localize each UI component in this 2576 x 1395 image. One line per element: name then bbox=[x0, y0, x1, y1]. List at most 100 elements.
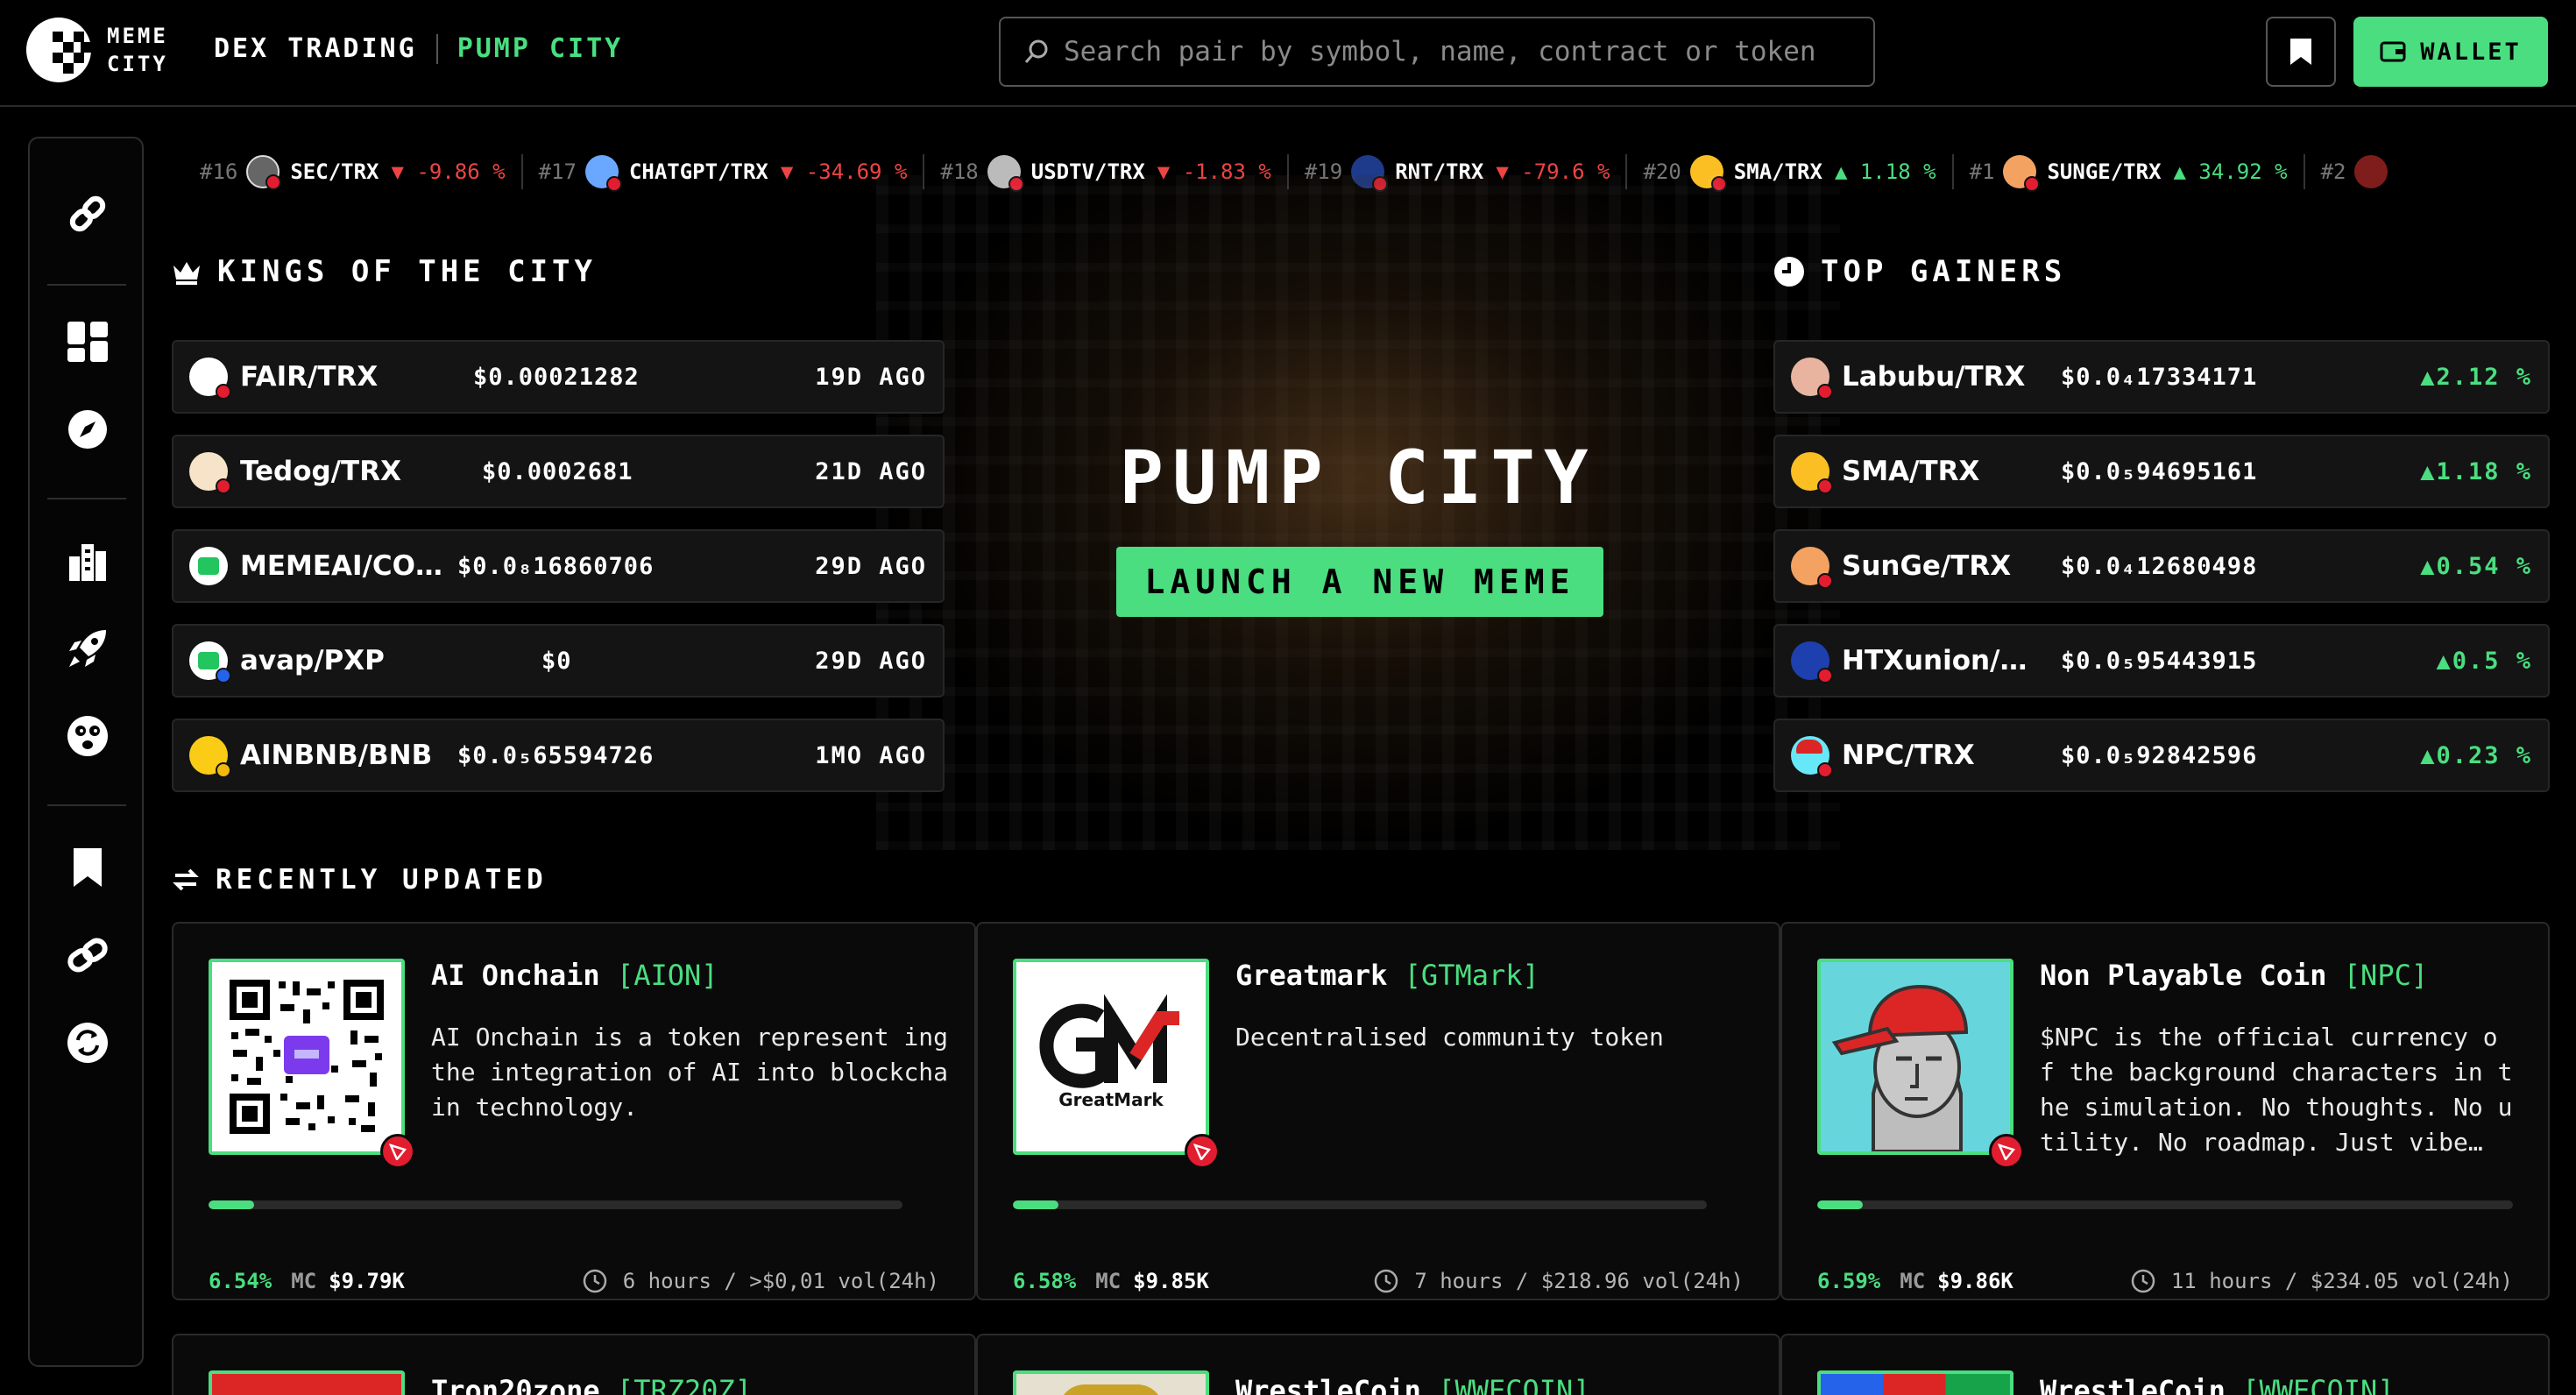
ticker-item[interactable]: #17 CHATGPT/TRX ▼ -34.69 % bbox=[523, 154, 925, 192]
refresh-icon[interactable] bbox=[65, 1020, 110, 1066]
search-input[interactable] bbox=[1064, 36, 1835, 67]
tron-chain-icon bbox=[605, 176, 622, 192]
pair-name: AINBNB/BNB bbox=[240, 740, 433, 771]
pair-price: $0.0₈16860706 bbox=[457, 552, 655, 580]
bnb-chain-icon bbox=[216, 762, 231, 778]
chain-link-icon[interactable] bbox=[65, 932, 110, 978]
wallet-label: WALLET bbox=[2420, 38, 2522, 66]
nav-separator bbox=[435, 33, 438, 64]
tron-chain-icon bbox=[265, 174, 282, 190]
pair-change: ▲2.12 % bbox=[2420, 363, 2532, 391]
logo[interactable]: MEME CITY bbox=[26, 18, 168, 82]
ticker-item[interactable]: #2 bbox=[2305, 154, 2404, 189]
token-thumbnail: GreatMark bbox=[1013, 959, 1209, 1155]
wallet-button[interactable]: WALLET bbox=[2353, 17, 2548, 87]
gainers-row[interactable]: SMA/TRX $0.0₅94695161 ▲1.18 % bbox=[1773, 435, 2550, 508]
token-avatar bbox=[189, 641, 231, 683]
launch-meme-button[interactable]: LAUNCH A NEW MEME bbox=[1116, 547, 1603, 617]
ticker-item[interactable]: #1 SUNGE/TRX ▲ 34.92 % bbox=[1954, 154, 2305, 192]
token-avatar bbox=[1791, 358, 1833, 400]
token-thumbnail bbox=[1817, 1370, 2013, 1395]
nav-dex-trading[interactable]: DEX TRADING bbox=[214, 33, 417, 64]
gainers-row[interactable]: Labubu/TRX $0.0₄17334171 ▲2.12 % bbox=[1773, 340, 2550, 414]
kings-row[interactable]: AINBNB/BNB $0.0₅65594726 1MO AGO bbox=[172, 719, 945, 792]
city-icon[interactable] bbox=[65, 538, 110, 584]
pair-price: $0.0₅92842596 bbox=[2061, 741, 2258, 769]
token-card[interactable]: Non Playable Coin [NPC] $NPC is the offi… bbox=[1780, 922, 2550, 1300]
tron-chain-icon bbox=[1817, 668, 1833, 683]
logo-icon bbox=[26, 18, 91, 82]
pair-name: MEMEAI/CO… bbox=[240, 550, 443, 582]
pair-price: $0.00021282 bbox=[473, 363, 640, 391]
ticker-item[interactable]: #16 SEC/TRX ▼ -9.86 % bbox=[184, 154, 523, 190]
ticker-rank: #17 bbox=[538, 159, 577, 184]
dashboard-icon[interactable] bbox=[65, 319, 110, 365]
clock-icon bbox=[583, 1269, 607, 1293]
pair-price: $0.0₅94695161 bbox=[2061, 457, 2258, 485]
token-description: Decentralised community token bbox=[1235, 1023, 1664, 1052]
tron-chain-icon bbox=[1817, 762, 1833, 778]
gainers-row[interactable]: HTXunion/… $0.0₅95443915 ▲0.5 % bbox=[1773, 624, 2550, 698]
token-card[interactable]: Tron20zone [TRZ20Z] bbox=[172, 1334, 976, 1395]
token-card[interactable]: AI Onchain [AION] AI Onchain is a token … bbox=[172, 922, 976, 1300]
clock-icon bbox=[1774, 257, 1804, 287]
tron-chain-icon bbox=[1989, 1134, 2024, 1169]
progress-percent: 6.59% bbox=[1817, 1269, 1881, 1293]
tron-chain-icon bbox=[380, 1134, 415, 1169]
token-avatar bbox=[189, 547, 228, 585]
kings-section-title: KINGS OF THE CITY bbox=[172, 254, 597, 289]
bookmark-icon[interactable] bbox=[65, 845, 110, 890]
token-card[interactable]: WrestleCoin [WWECOIN] bbox=[976, 1334, 1780, 1395]
token-avatar bbox=[2354, 155, 2388, 188]
wallet-icon bbox=[2380, 41, 2406, 62]
sidebar bbox=[28, 137, 144, 1367]
token-avatar bbox=[189, 452, 231, 494]
token-meta: 6 hours / >$0,01 vol(24h) bbox=[583, 1269, 939, 1293]
link-icon[interactable] bbox=[65, 191, 110, 237]
gainers-row[interactable]: NPC/TRX $0.0₅92842596 ▲0.23 % bbox=[1773, 719, 2550, 792]
token-title: WrestleCoin [WWECOIN] bbox=[1235, 1374, 1590, 1395]
token-meta: 7 hours / $218.96 vol(24h) bbox=[1374, 1269, 1744, 1293]
pair-age: 1MO AGO bbox=[815, 741, 927, 769]
token-thumbnail bbox=[1817, 959, 2013, 1155]
sidebar-divider bbox=[47, 284, 126, 286]
pair-age: 29D AGO bbox=[815, 647, 927, 675]
pair-change: ▲0.54 % bbox=[2420, 552, 2532, 580]
token-description: AI Onchain is a token represent ing the … bbox=[431, 1023, 948, 1122]
gainers-row[interactable]: SunGe/TRX $0.0₄12680498 ▲0.54 % bbox=[1773, 529, 2550, 603]
bonding-progress-bar bbox=[1013, 1200, 1707, 1209]
pair-name: avap/PXP bbox=[240, 645, 385, 676]
market-cap-value: $9.79K bbox=[329, 1269, 405, 1293]
hero-title: PUMP CITY bbox=[1119, 435, 1597, 520]
bookmark-button[interactable] bbox=[2266, 17, 2336, 87]
logo-line-1: MEME bbox=[107, 24, 168, 48]
gainers-section-title: TOP GAINERS bbox=[1773, 254, 2066, 289]
rocket-icon[interactable] bbox=[65, 626, 110, 671]
clock-icon bbox=[1375, 1269, 1398, 1293]
token-card[interactable]: GreatMark Greatmark [GTMark] Decentralis… bbox=[976, 922, 1780, 1300]
pair-price: $0.0₅65594726 bbox=[457, 741, 655, 769]
pair-change: ▲0.23 % bbox=[2420, 741, 2532, 769]
token-title: AI Onchain [AION] bbox=[431, 959, 718, 992]
pair-age: 19D AGO bbox=[815, 363, 927, 391]
kings-row[interactable]: avap/PXP $0 29D AGO bbox=[172, 624, 945, 698]
space-invader-icon bbox=[198, 557, 219, 575]
ticker-rank: #2 bbox=[2320, 159, 2346, 184]
nav-pump-city[interactable]: PUMP CITY bbox=[457, 33, 624, 64]
token-thumbnail bbox=[209, 1370, 405, 1395]
meme-face-icon[interactable] bbox=[65, 713, 110, 759]
pair-price: $0.0₄17334171 bbox=[2061, 363, 2258, 391]
pair-name: SMA/TRX bbox=[1842, 456, 1980, 487]
bookmark-icon bbox=[2290, 39, 2311, 65]
search-box[interactable] bbox=[999, 17, 1875, 87]
token-avatar bbox=[189, 358, 231, 400]
kings-row[interactable]: FAIR/TRX $0.00021282 19D AGO bbox=[172, 340, 945, 414]
token-thumbnail bbox=[209, 959, 405, 1155]
compass-icon[interactable] bbox=[65, 407, 110, 452]
token-card[interactable]: WrestleCoin [WWECOIN] bbox=[1780, 1334, 2550, 1395]
pair-price: $0.0002681 bbox=[482, 457, 633, 485]
kings-row[interactable]: Tedog/TRX $0.0002681 21D AGO bbox=[172, 435, 945, 508]
pair-name: SunGe/TRX bbox=[1842, 550, 2012, 582]
tron-chain-icon bbox=[2024, 176, 2041, 192]
kings-row[interactable]: MEMEAI/CO… $0.0₈16860706 29D AGO bbox=[172, 529, 945, 603]
